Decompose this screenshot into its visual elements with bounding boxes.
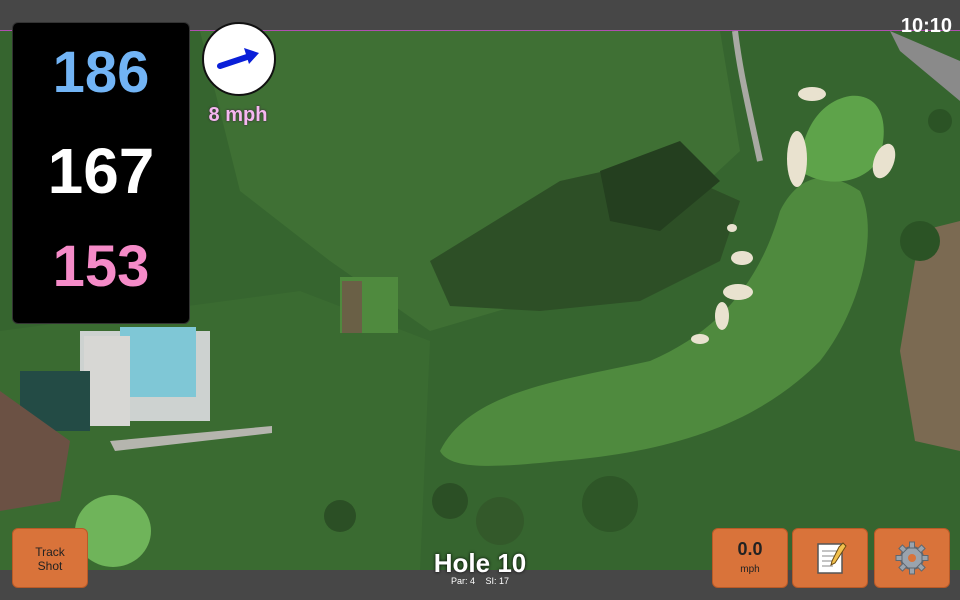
front-distance: 153 (52, 234, 150, 299)
back-distance: 186 (52, 40, 150, 105)
track-shot-button[interactable]: Track Shot (12, 528, 88, 588)
hole-par: Par: 4 (450, 576, 475, 586)
distance-panel: 186 167 153 (12, 22, 190, 324)
hole-title: Hole 10 (433, 548, 527, 578)
track-shot-label-2: Shot (37, 559, 63, 573)
speed-unit: mph (740, 564, 760, 575)
gear-icon (895, 541, 929, 575)
hole-stroke-index: SI: 17 (485, 576, 510, 586)
hole-info: Par: 4 SI: 17 (380, 576, 580, 586)
speed-button[interactable]: 0.0 mph (712, 528, 788, 588)
arrow-right-icon (217, 48, 259, 69)
middle-distance: 167 (47, 135, 155, 207)
settings-button[interactable] (874, 528, 950, 588)
wind-indicator (202, 22, 276, 96)
track-shot-label-1: Track (35, 545, 65, 559)
notes-button[interactable] (792, 528, 868, 588)
speed-value: 0.0 (737, 539, 763, 559)
notepad-icon (817, 542, 847, 574)
clock: 10:10 (900, 15, 952, 37)
wind-speed: 8 mph (208, 104, 268, 126)
